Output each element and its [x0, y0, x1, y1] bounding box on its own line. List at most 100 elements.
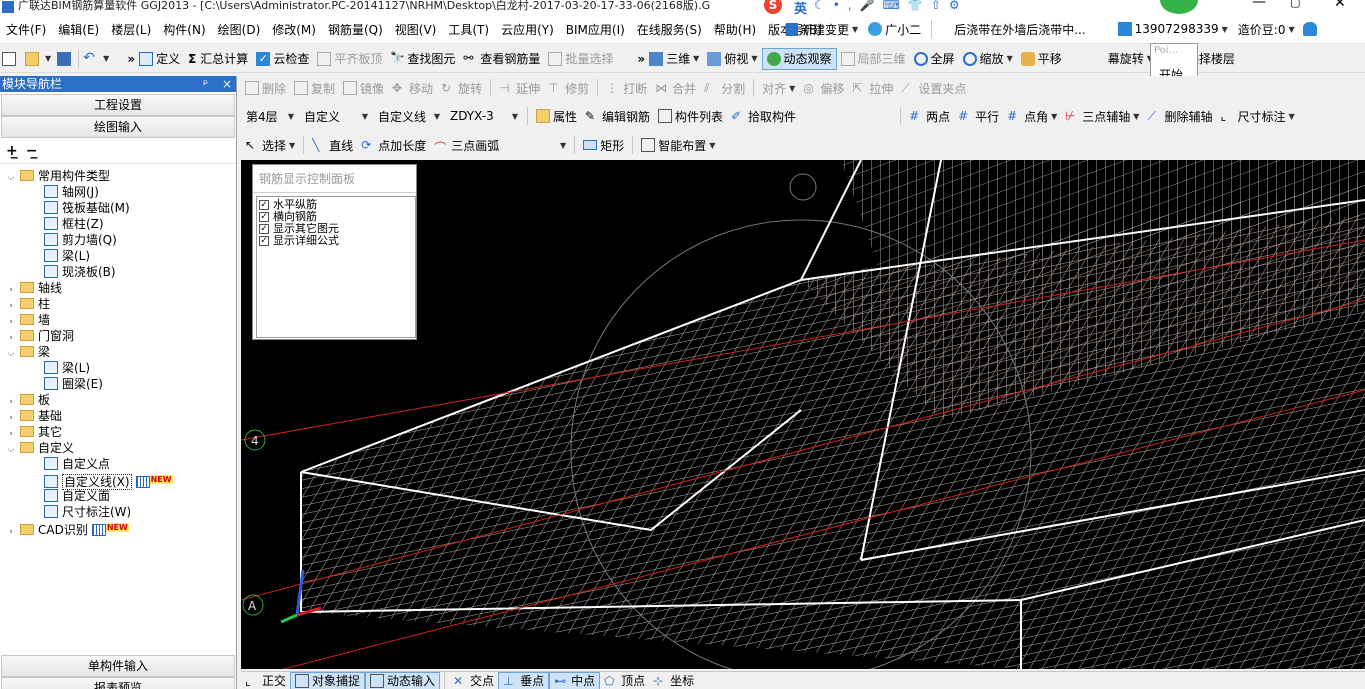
tree-folder[interactable]: ⌵ 自定义 — [0, 440, 236, 456]
define-button[interactable]: 定义 — [135, 48, 184, 70]
flush-slab-button[interactable]: 平齐板顶 — [313, 48, 386, 70]
trim-button[interactable]: ⊤ 修剪 — [544, 77, 593, 99]
tree-folder[interactable]: › 柱 — [0, 296, 236, 312]
tree-item[interactable]: 自定义点 — [0, 456, 236, 472]
tree-folder[interactable]: › 墙 — [0, 312, 236, 328]
tree-folder[interactable]: ⌵ 梁 — [0, 344, 236, 360]
midpoint-snap[interactable]: ⊷ 中点 — [549, 671, 601, 689]
chevron-down-icon[interactable]: ▼ — [45, 54, 51, 63]
menu-item[interactable]: 在线服务(S) — [631, 21, 708, 38]
top-view-button[interactable]: 俯视 ▼ — [703, 48, 761, 70]
menu-item[interactable]: 编辑(E) — [52, 21, 105, 38]
drawing-input-button[interactable]: 绘图输入 — [1, 116, 235, 138]
tree-item[interactable]: 梁(L) — [0, 360, 236, 376]
batch-select-button[interactable]: 批量选择 — [544, 48, 617, 70]
mirror-button[interactable]: 镜像 — [339, 77, 388, 99]
checkbox-icon[interactable]: ✓ — [259, 224, 269, 234]
menu-item[interactable]: 云应用(Y) — [495, 21, 560, 38]
dynamic-input-toggle[interactable]: 动态输入 — [365, 671, 441, 689]
three-point-arc-button[interactable]: ⌒ 三点画弧 ▼ — [430, 134, 570, 156]
tree-item[interactable]: 自定义线(X) NEW — [0, 472, 236, 490]
tree-item[interactable]: 圈梁(E) — [0, 376, 236, 392]
checkbox-icon[interactable]: ✓ — [259, 236, 269, 246]
chevron-down-icon[interactable]: ▼ — [852, 25, 858, 34]
object-snap-toggle[interactable]: 对象捕捉 — [290, 671, 366, 689]
cost-bean[interactable]: 造价豆:0 — [1238, 21, 1286, 38]
bell-icon[interactable] — [1302, 22, 1317, 36]
ime-lang-label[interactable]: 英 — [794, 0, 807, 16]
chevron-down-icon[interactable]: ▼ — [103, 54, 109, 63]
menu-item[interactable]: 工具(T) — [442, 21, 495, 38]
dimension-button[interactable]: ⌞ 尺寸标注 ▼ — [1216, 105, 1298, 127]
tree-folder[interactable]: ⌵ 常用构件类型 — [0, 168, 236, 184]
select-button[interactable]: ↖ 选择 ▼ — [241, 134, 299, 156]
project-settings-button[interactable]: 工程设置 — [1, 94, 235, 116]
menu-item[interactable]: BIM应用(I) — [560, 21, 631, 38]
tree-folder[interactable]: › CAD识别 NEW — [0, 520, 236, 537]
tree-item[interactable]: 现浇板(B) — [0, 264, 236, 280]
sogou-ime-icon[interactable]: S — [764, 0, 782, 14]
chevron-down-icon[interactable]: ▼ — [1288, 25, 1294, 34]
tree-folder[interactable]: › 基础 — [0, 408, 236, 424]
set-grip-button[interactable]: ⟋ 设置夹点 — [897, 77, 970, 99]
menu-item[interactable]: 构件(N) — [157, 21, 211, 38]
type-select[interactable]: 自定义线 ▼ — [373, 106, 445, 126]
vertex-snap[interactable]: ⬠ 顶点 — [600, 672, 649, 689]
rotate-button[interactable]: ↻ 旋转 — [437, 77, 486, 99]
phone-account[interactable]: 13907298339 — [1135, 22, 1219, 36]
floor-select[interactable]: 第4层 ▼ — [241, 106, 299, 126]
ime-toolbar-icons[interactable]: ☾•,🎤⌨👕⇧⚙ — [814, 0, 968, 12]
collapse-all-icon[interactable]: −̲ — [26, 143, 38, 159]
chevron-down-icon[interactable]: ▼ — [1222, 25, 1228, 34]
three-point-axis-button[interactable]: ⊬ 三点辅轴 ▼ — [1061, 105, 1143, 127]
move-button[interactable]: ✥ 移动 — [388, 77, 437, 99]
menu-item[interactable]: 视图(V) — [389, 21, 443, 38]
undo-icon[interactable]: ↶ — [83, 51, 97, 66]
menu-item[interactable]: 修改(M) — [266, 21, 322, 38]
coordinate-snap[interactable]: ⊹ 坐标 — [649, 672, 698, 689]
category-select[interactable]: 自定义 ▼ — [299, 106, 373, 126]
break-button[interactable]: ⋮ 打断 — [602, 77, 651, 99]
maximize-button[interactable]: ▢ — [1290, 0, 1300, 9]
tree-folder[interactable]: › 其它 — [0, 424, 236, 440]
overflow-icon[interactable]: » — [127, 52, 135, 66]
copy-button[interactable]: 复制 — [290, 77, 339, 99]
point-angle-button[interactable]: # 点角 ▼ — [1003, 105, 1061, 127]
tree-folder[interactable]: › 门窗洞 — [0, 328, 236, 344]
edit-rebar-button[interactable]: ✎ 编辑钢筋 — [581, 105, 654, 127]
menu-item[interactable]: 钢筋量(Q) — [322, 21, 389, 38]
element-select[interactable]: ZDYX-3 ▼ — [445, 106, 523, 126]
tree-item[interactable]: 轴网(J) — [0, 184, 236, 200]
align-button[interactable]: 对齐 ▼ — [758, 77, 799, 99]
open-folder-icon[interactable] — [25, 51, 39, 66]
intersection-snap[interactable]: ✕ 交点 — [449, 672, 498, 689]
cloud-check-button[interactable]: ✓ 云检查 — [252, 48, 313, 70]
rotate-screen-button[interactable]: 幕旋转▼ — [1104, 48, 1157, 70]
menu-item[interactable]: 楼层(L) — [105, 21, 157, 38]
tree-item[interactable]: 梁(L) — [0, 248, 236, 264]
menu-item[interactable]: 绘图(D) — [212, 21, 267, 38]
delete-axis-button[interactable]: ⟋ 删除辅轴 — [1143, 105, 1216, 127]
single-input-button[interactable]: 单构件输入 — [1, 655, 235, 677]
pan-button[interactable]: 平移 — [1017, 48, 1066, 70]
merge-button[interactable]: ⋈ 合并 — [651, 77, 700, 99]
close-icon[interactable]: × — [222, 77, 232, 91]
checkbox-icon[interactable]: ✓ — [259, 212, 269, 222]
local-3d-button[interactable]: 局部三维 — [837, 48, 910, 70]
smart-layout-button[interactable]: 智能布置 ▼ — [637, 134, 719, 156]
tree-folder[interactable]: › 轴线 — [0, 280, 236, 296]
report-preview-button[interactable]: 报表预览 — [1, 677, 235, 689]
menu-item[interactable]: 帮助(H) — [708, 21, 762, 38]
expand-icon[interactable]: › — [6, 524, 16, 540]
split-button[interactable]: ⫽ 分割 — [700, 77, 749, 99]
new-file-icon[interactable] — [2, 51, 16, 66]
delete-button[interactable]: 删除 — [241, 77, 290, 99]
three-d-button[interactable]: 三维 ▼ — [645, 48, 703, 70]
tree-item[interactable]: 框柱(Z) — [0, 216, 236, 232]
dynamic-view-button[interactable]: 动态观察 — [761, 47, 837, 70]
tree-item[interactable]: 自定义面 — [0, 488, 236, 504]
menu-item[interactable]: 文件(F) — [0, 21, 52, 38]
pick-element-button[interactable]: ✐ 拾取构件 — [727, 105, 800, 127]
rectangle-button[interactable]: 矩形 — [579, 134, 628, 156]
overflow-icon[interactable]: » — [637, 52, 645, 66]
